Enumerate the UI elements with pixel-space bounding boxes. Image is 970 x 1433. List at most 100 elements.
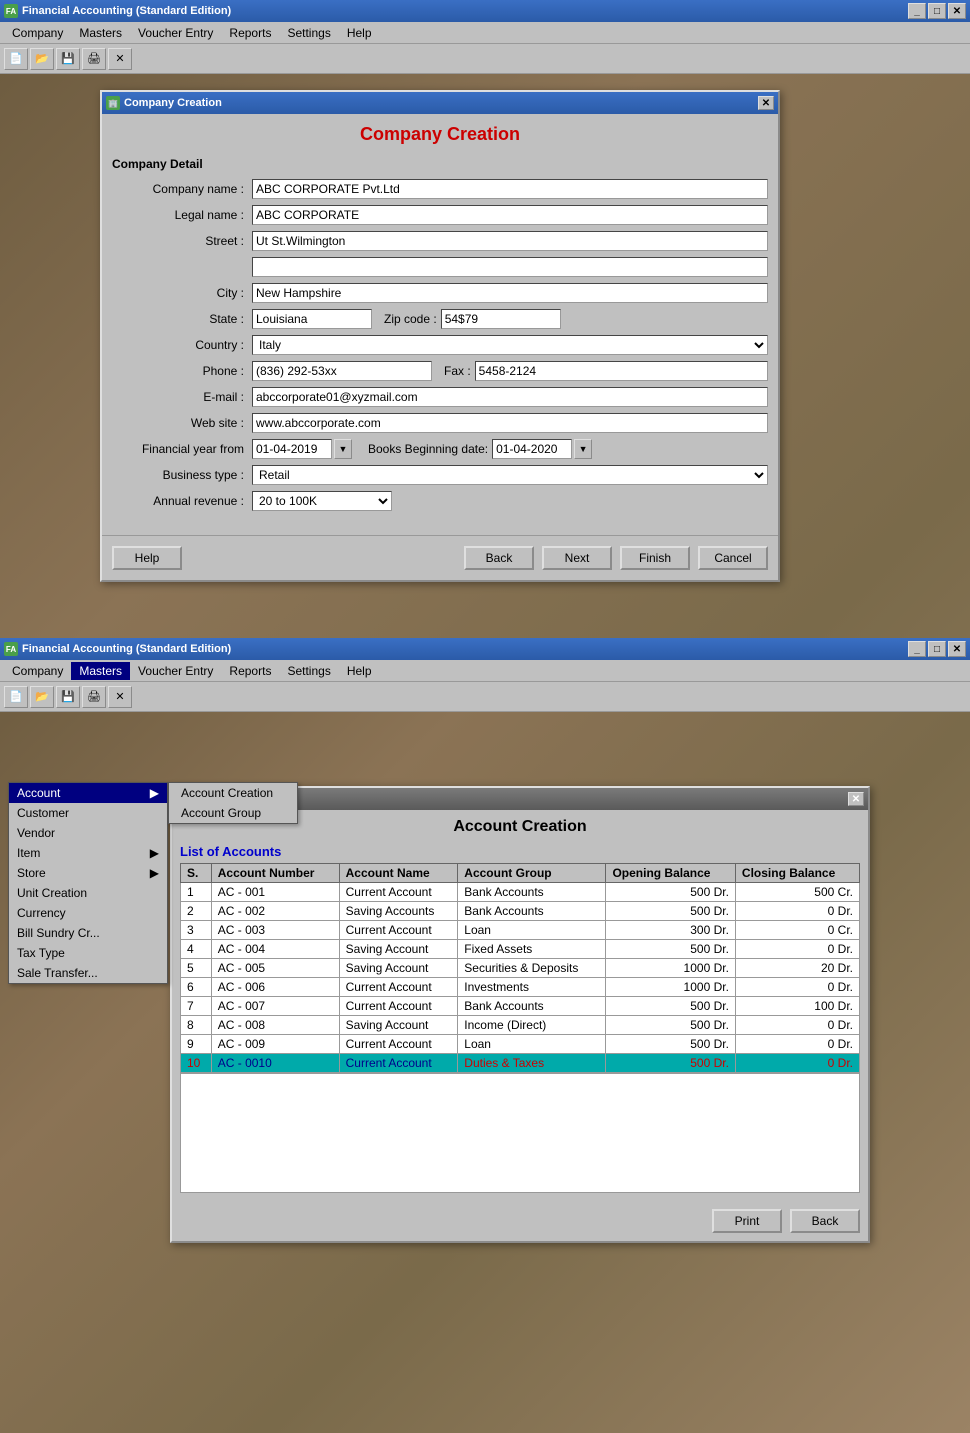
next-button[interactable]: Next — [542, 546, 612, 570]
bottom-menu-masters[interactable]: Masters — [71, 662, 130, 680]
maximize-button[interactable]: □ — [928, 3, 946, 19]
table-row[interactable]: 8AC - 008Saving AccountIncome (Direct)50… — [181, 1016, 860, 1035]
annual-revenue-select[interactable]: 20 to 100K 100K to 1M — [252, 491, 392, 511]
fax-label: Fax : — [444, 364, 471, 378]
business-type-select[interactable]: Retail Wholesale — [252, 465, 768, 485]
masters-bill-sundry-item[interactable]: Bill Sundry Cr... — [9, 923, 167, 943]
table-row[interactable]: 4AC - 004Saving AccountFixed Assets500 D… — [181, 940, 860, 959]
toolbar-save[interactable]: 💾 — [56, 48, 80, 70]
masters-account-item[interactable]: Account ▶ — [9, 783, 167, 803]
cancel-button[interactable]: Cancel — [698, 546, 768, 570]
masters-vendor-item[interactable]: Vendor — [9, 823, 167, 843]
bottom-menu-company[interactable]: Company — [4, 662, 71, 680]
table-cell: Loan — [458, 1035, 606, 1054]
table-row[interactable]: 7AC - 007Current AccountBank Accounts500… — [181, 997, 860, 1016]
website-input[interactable] — [252, 413, 768, 433]
finish-button[interactable]: Finish — [620, 546, 690, 570]
col-account-number: Account Number — [211, 864, 339, 883]
state-input[interactable] — [252, 309, 372, 329]
table-row[interactable]: 2AC - 002Saving AccountsBank Accounts500… — [181, 902, 860, 921]
help-button[interactable]: Help — [112, 546, 182, 570]
masters-currency-item[interactable]: Currency — [9, 903, 167, 923]
table-row[interactable]: 6AC - 006Current AccountInvestments1000 … — [181, 978, 860, 997]
bottom-toolbar-save[interactable]: 💾 — [56, 686, 80, 708]
fin-year-cal-btn[interactable]: ▼ — [334, 439, 352, 459]
bottom-toolbar-print[interactable]: 🖨 — [82, 686, 106, 708]
masters-sale-transfer-item[interactable]: Sale Transfer... — [9, 963, 167, 983]
col-account-name: Account Name — [339, 864, 458, 883]
account-dialog-close[interactable]: ✕ — [848, 792, 864, 806]
table-row[interactable]: 10AC - 0010Current AccountDuties & Taxes… — [181, 1054, 860, 1073]
top-menubar: Company Masters Voucher Entry Reports Se… — [0, 22, 970, 44]
masters-tax-type-item[interactable]: Tax Type — [9, 943, 167, 963]
masters-unit-creation-item[interactable]: Unit Creation — [9, 883, 167, 903]
table-cell: 0 Dr. — [735, 1016, 859, 1035]
bottom-menu-help[interactable]: Help — [339, 662, 380, 680]
fax-input[interactable] — [475, 361, 768, 381]
bottom-maximize-button[interactable]: □ — [928, 641, 946, 657]
close-button[interactable]: ✕ — [948, 3, 966, 19]
bottom-toolbar-new[interactable]: 📄 — [4, 686, 28, 708]
annual-revenue-row: Annual revenue : 20 to 100K 100K to 1M — [112, 491, 768, 511]
menu-help[interactable]: Help — [339, 24, 380, 42]
bottom-toolbar-delete[interactable]: ✕ — [108, 686, 132, 708]
zip-input[interactable] — [441, 309, 561, 329]
toolbar-new[interactable]: 📄 — [4, 48, 28, 70]
table-cell: Investments — [458, 978, 606, 997]
app-icon: FA — [4, 4, 18, 18]
minimize-button[interactable]: _ — [908, 3, 926, 19]
menu-settings[interactable]: Settings — [279, 24, 338, 42]
table-cell: 8 — [181, 1016, 212, 1035]
table-cell: 300 Dr. — [606, 921, 735, 940]
table-cell: 500 Dr. — [606, 997, 735, 1016]
menu-masters[interactable]: Masters — [71, 24, 130, 42]
bottom-minimize-button[interactable]: _ — [908, 641, 926, 657]
table-row[interactable]: 1AC - 001Current AccountBank Accounts500… — [181, 883, 860, 902]
table-cell: 500 Dr. — [606, 1016, 735, 1035]
table-row[interactable]: 9AC - 009Current AccountLoan500 Dr.0 Dr. — [181, 1035, 860, 1054]
company-name-input[interactable] — [252, 179, 768, 199]
bottom-close-button[interactable]: ✕ — [948, 641, 966, 657]
account-print-button[interactable]: Print — [712, 1209, 782, 1233]
col-s: S. — [181, 864, 212, 883]
account-group-menu-item[interactable]: Account Group — [169, 803, 297, 823]
email-row: E-mail : — [112, 387, 768, 407]
menu-company[interactable]: Company — [4, 24, 71, 42]
legal-name-input[interactable] — [252, 205, 768, 225]
bottom-app-icon: FA — [4, 642, 18, 656]
toolbar-print[interactable]: 🖨 — [82, 48, 106, 70]
city-input[interactable] — [252, 283, 768, 303]
masters-customer-item[interactable]: Customer — [9, 803, 167, 823]
bottom-toolbar-open[interactable]: 📂 — [30, 686, 54, 708]
menu-reports[interactable]: Reports — [221, 24, 279, 42]
masters-item-item[interactable]: Item ▶ — [9, 843, 167, 863]
books-begin-cal-btn[interactable]: ▼ — [574, 439, 592, 459]
menu-voucher-entry[interactable]: Voucher Entry — [130, 24, 221, 42]
fin-year-input[interactable] — [252, 439, 332, 459]
country-select[interactable]: Italy USA UK — [252, 335, 768, 355]
company-dialog-titlebar: 🏢 Company Creation ✕ — [102, 92, 778, 114]
street2-input[interactable] — [252, 257, 768, 277]
toolbar-delete[interactable]: ✕ — [108, 48, 132, 70]
bottom-menu-voucher-entry[interactable]: Voucher Entry — [130, 662, 221, 680]
account-dialog-content: Account Creation List of Accounts S. Acc… — [172, 810, 868, 1201]
bottom-menu-settings[interactable]: Settings — [279, 662, 338, 680]
company-name-row: Company name : — [112, 179, 768, 199]
company-dialog-header: Company Creation — [112, 124, 768, 145]
table-cell: AC - 008 — [211, 1016, 339, 1035]
books-begin-input[interactable] — [492, 439, 572, 459]
account-back-button[interactable]: Back — [790, 1209, 860, 1233]
toolbar-open[interactable]: 📂 — [30, 48, 54, 70]
email-input[interactable] — [252, 387, 768, 407]
bottom-menu-reports[interactable]: Reports — [221, 662, 279, 680]
account-dialog-footer: Print Back — [172, 1201, 868, 1241]
phone-input[interactable] — [252, 361, 432, 381]
street-input[interactable] — [252, 231, 768, 251]
back-button[interactable]: Back — [464, 546, 534, 570]
table-row[interactable]: 3AC - 003Current AccountLoan300 Dr.0 Cr. — [181, 921, 860, 940]
website-row: Web site : — [112, 413, 768, 433]
company-dialog-close[interactable]: ✕ — [758, 96, 774, 110]
account-creation-menu-item[interactable]: Account Creation — [169, 783, 297, 803]
masters-store-item[interactable]: Store ▶ — [9, 863, 167, 883]
table-row[interactable]: 5AC - 005Saving AccountSecurities & Depo… — [181, 959, 860, 978]
